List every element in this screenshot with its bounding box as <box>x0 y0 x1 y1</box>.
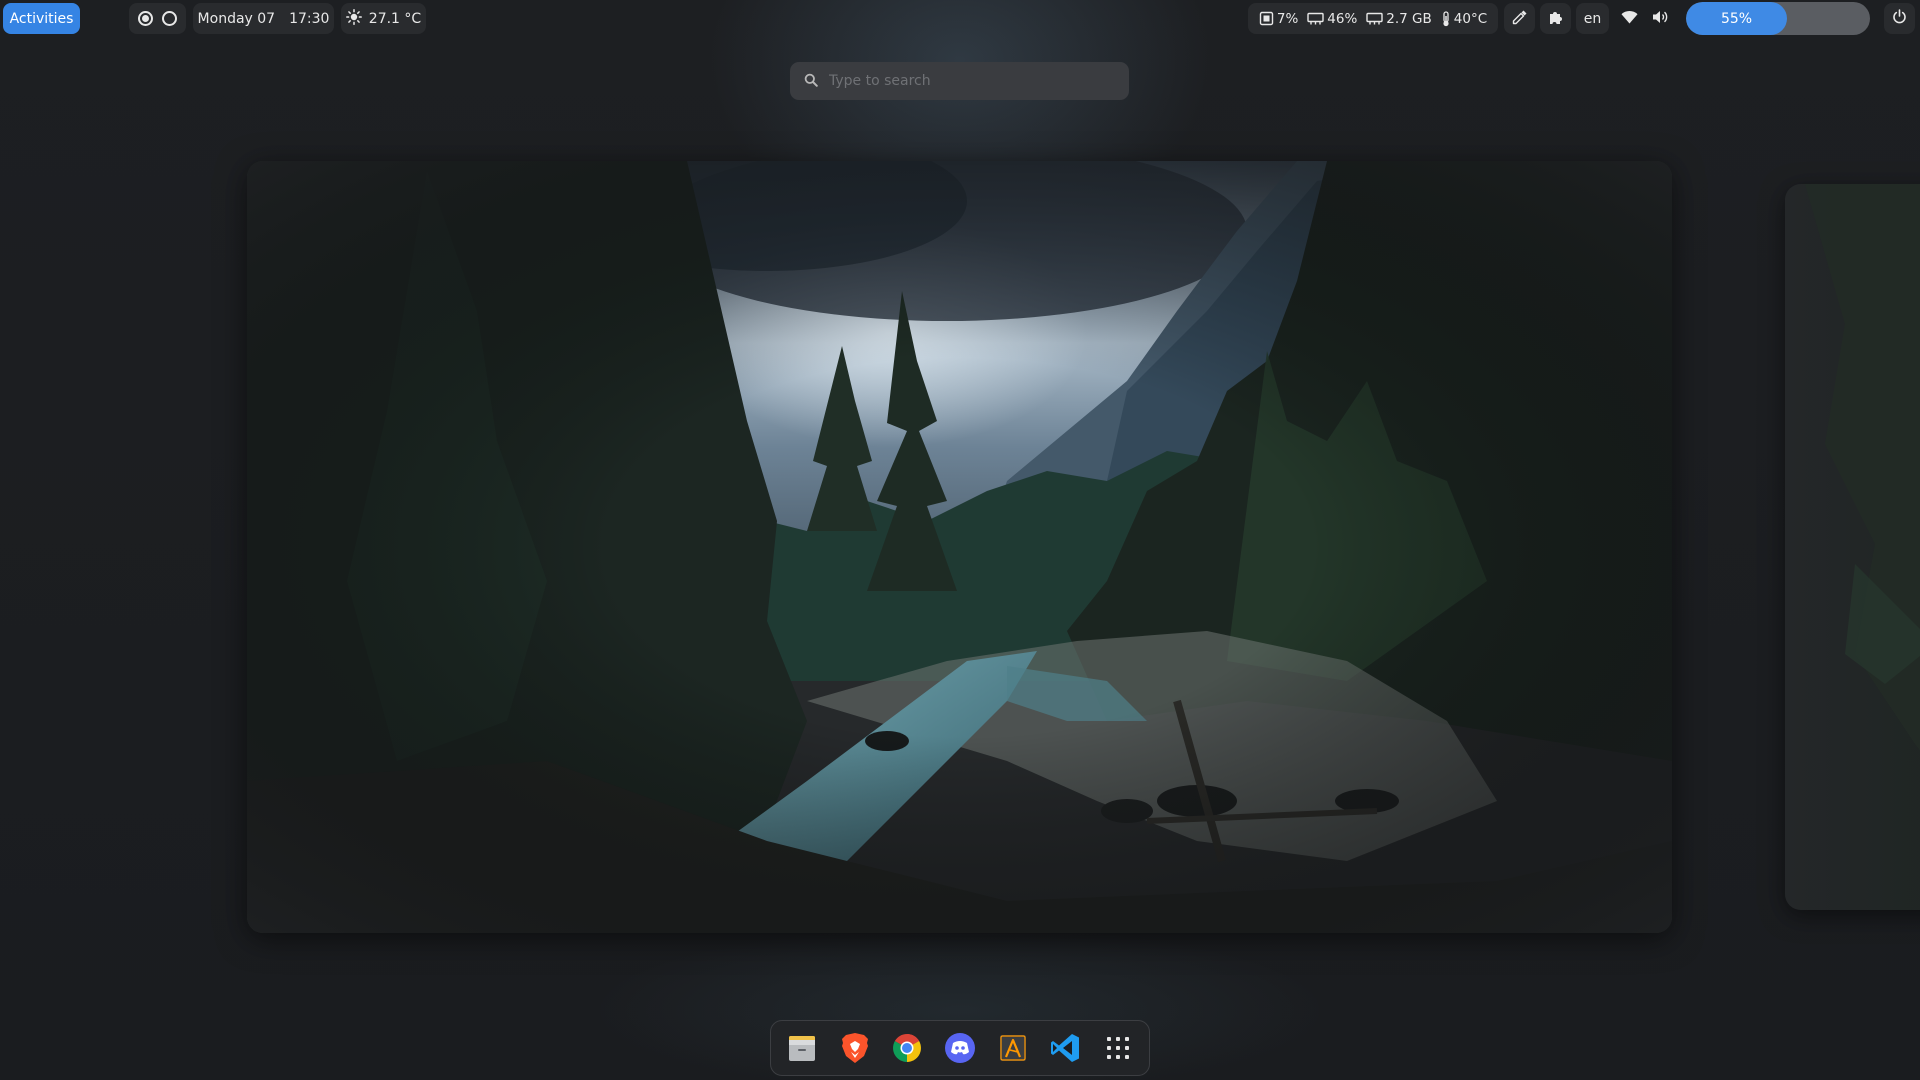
wifi-icon <box>1621 10 1638 28</box>
dock-item-vscode[interactable] <box>1046 1029 1084 1067</box>
dock-item-brave[interactable] <box>836 1029 874 1067</box>
progress-slider[interactable]: 55% <box>1686 2 1870 35</box>
dock-item-files[interactable] <box>783 1029 821 1067</box>
progress-label: 55% <box>1720 10 1753 27</box>
workspace-indicator[interactable] <box>129 3 186 34</box>
workspace-dot[interactable] <box>162 11 177 26</box>
cpu-stat: 7% <box>1259 11 1298 27</box>
weather-button[interactable]: 27.1 °C <box>341 3 426 34</box>
volume-button[interactable] <box>1645 3 1675 34</box>
chrome-icon <box>892 1033 922 1063</box>
brave-icon <box>840 1032 870 1064</box>
dock-item-discord[interactable] <box>941 1029 979 1067</box>
volume-icon <box>1652 9 1669 29</box>
search-input[interactable] <box>829 73 1099 89</box>
cpu-icon <box>1259 11 1274 26</box>
discord-icon <box>944 1032 976 1064</box>
forest-river-wallpaper <box>247 161 1672 933</box>
keyboard-layout-button[interactable]: en <box>1576 3 1609 34</box>
temperature-stat: 40°C <box>1441 11 1487 27</box>
memory-icon <box>1307 11 1324 26</box>
dock-item-sublime[interactable] <box>994 1029 1032 1067</box>
puzzle-icon <box>1548 9 1564 29</box>
memory-stat: 46% <box>1307 11 1357 27</box>
dock-item-chrome[interactable] <box>888 1029 926 1067</box>
sun-icon <box>345 8 362 29</box>
forest-river-wallpaper <box>1785 184 1920 910</box>
sublime-text-icon <box>998 1033 1028 1063</box>
file-manager-icon <box>786 1032 818 1064</box>
weather-temperature: 27.1 °C <box>368 10 422 27</box>
search-icon <box>804 72 818 91</box>
power-button[interactable] <box>1884 3 1915 34</box>
thermometer-icon <box>1441 10 1451 27</box>
workspace-dot-active[interactable] <box>138 11 153 26</box>
top-panel: Activities Monday 07 17:30 27.1 °C 7% 46… <box>0 0 1920 37</box>
extensions-button[interactable] <box>1540 3 1571 34</box>
system-monitor[interactable]: 7% 46% 2.7 GB 40°C <box>1248 3 1498 34</box>
activities-button[interactable]: Activities <box>3 3 80 34</box>
dock-item-app-grid[interactable] <box>1099 1029 1137 1067</box>
search-box[interactable] <box>790 62 1129 100</box>
cpu-value: 7% <box>1276 10 1299 27</box>
workspace-thumbnail[interactable] <box>247 161 1672 933</box>
memory-icon <box>1366 11 1383 26</box>
dock <box>770 1020 1150 1076</box>
memory-value: 46% <box>1327 10 1358 27</box>
workspace-thumbnail-next[interactable] <box>1785 184 1920 910</box>
eyedropper-icon <box>1512 9 1528 29</box>
date-label: Monday 07 <box>197 10 276 27</box>
temperature-value: 40°C <box>1453 10 1488 27</box>
power-icon <box>1892 9 1907 28</box>
wifi-button[interactable] <box>1614 3 1645 34</box>
app-grid-icon <box>1106 1036 1130 1060</box>
swap-stat: 2.7 GB <box>1366 10 1432 27</box>
time-label: 17:30 <box>289 10 330 27</box>
vscode-icon <box>1049 1032 1081 1064</box>
swap-value: 2.7 GB <box>1386 10 1432 27</box>
color-picker-button[interactable] <box>1504 3 1535 34</box>
clock-button[interactable]: Monday 07 17:30 <box>193 3 334 34</box>
overview-screen: Activities Monday 07 17:30 27.1 °C 7% 46… <box>0 0 1920 1080</box>
